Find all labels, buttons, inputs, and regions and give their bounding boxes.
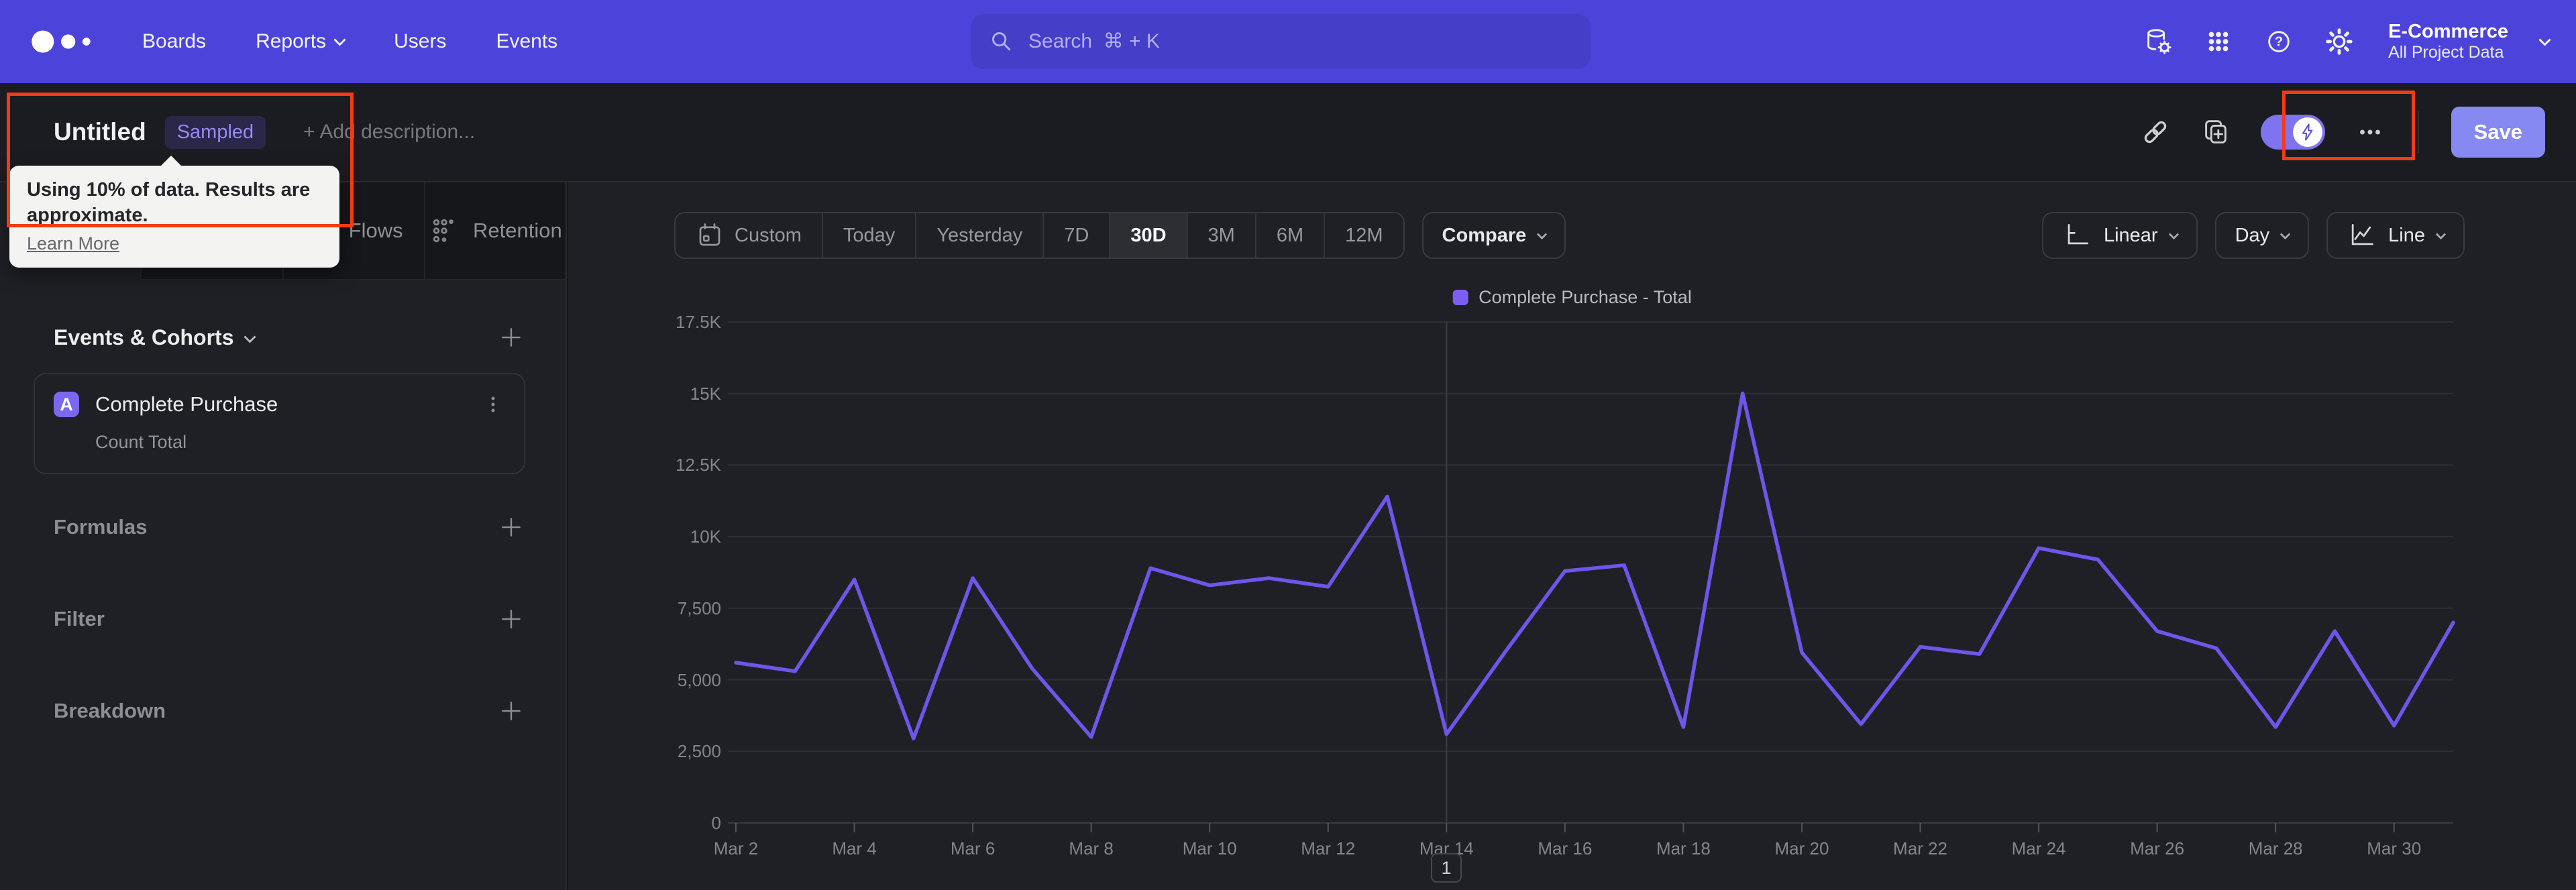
nav-right-cluster: ? E-Commerce All Project Data [2143,0,2551,83]
x-tick-label: Mar 10 [1182,838,1237,858]
y-tick-label: 0 [711,813,721,833]
nav-item-users[interactable]: Users [394,30,446,53]
add-formula-button[interactable] [498,514,524,540]
sampling-tooltip: Using 10% of data. Results are approxima… [9,155,339,268]
event-card[interactable]: A Complete Purchase Count Total [34,373,525,474]
events-cohorts-title[interactable]: Events & Cohorts [54,325,257,350]
section-filter: Filter [0,573,566,665]
svg-text:?: ? [2275,35,2283,50]
x-tick-label: Mar 6 [950,838,996,858]
share-link-icon[interactable] [2140,117,2171,148]
event-letter-badge: A [54,392,79,417]
section-breakdown: Breakdown [0,665,566,757]
add-event-button[interactable] [498,325,524,350]
tab-retention[interactable]: Retention [425,182,566,280]
nav-item-events[interactable]: Events [496,30,557,53]
nav-item-label: Events [496,30,558,52]
project-scope: All Project Data [2388,43,2504,62]
x-tick-label: Mar 18 [1656,838,1711,858]
report-actions: Save [2140,107,2545,158]
x-tick-label: Mar 30 [2367,838,2422,858]
x-tick-label: Mar 4 [832,838,877,858]
chevron-down-icon [2538,33,2551,46]
apps-grid-icon[interactable] [2203,26,2234,57]
tab-label: Flows [348,219,403,242]
search-icon [992,32,1011,51]
retention-icon [433,219,453,243]
x-tick-label: Mar 8 [1069,838,1114,858]
x-tick-label: Mar 22 [1893,838,1947,858]
chevron-down-icon [333,33,346,46]
y-tick-label: 12.5K [676,455,721,476]
mixpanel-insights-page: Boards Reports Users Events ? E-Commerce [0,0,2576,890]
learn-more-link[interactable]: Learn More [27,233,119,254]
y-tick-label: 17.5K [676,312,721,332]
section-label: Formulas [54,514,148,539]
sampled-badge[interactable]: Sampled [164,115,266,149]
divider [2417,111,2419,153]
events-cohorts-header: Events & Cohorts [0,280,566,350]
save-button[interactable]: Save [2451,107,2545,158]
query-sidebar: Insights Funnels Flows Retention [0,182,567,890]
tooltip-message: Using 10% of data. Results are approxima… [27,179,311,226]
nav-item-boards[interactable]: Boards [142,30,206,53]
section-label: Breakdown [54,698,166,722]
more-options-icon[interactable] [2355,117,2385,148]
x-tick-label: Mar 26 [2130,838,2185,858]
sampling-toggle-knob [2292,117,2322,147]
nav-item-reports[interactable]: Reports [256,30,346,53]
report-header: Untitled Sampled + Add description... Sa… [0,83,2576,182]
section-label: Filter [54,606,105,630]
add-description[interactable]: + Add description... [303,121,475,144]
chart-card: Custom Today Yesterday 7D 30D 3M 6M 12M … [568,182,2576,890]
add-to-board-icon[interactable] [2200,117,2231,148]
report-title[interactable]: Untitled [54,118,146,146]
x-tick-label: Mar 2 [713,838,759,858]
y-tick-label: 5,000 [677,669,721,690]
x-tick-label: Mar 12 [1301,838,1356,858]
top-nav: Boards Reports Users Events ? E-Commerce [0,0,2576,83]
x-tick-label: Mar 16 [1538,838,1593,858]
chevron-down-icon [244,330,257,343]
search-input[interactable] [1027,30,1573,54]
project-name: E-Commerce [2388,20,2508,42]
mixpanel-logo-icon[interactable] [30,24,110,59]
nav-item-label: Reports [256,30,327,52]
x-tick-label: Mar 28 [2248,838,2303,858]
nav-items: Boards Reports Users Events [142,30,557,53]
search-bar[interactable] [971,14,1591,69]
event-metric[interactable]: Count Total [95,432,505,453]
y-tick-label: 15K [690,383,721,404]
kebab-menu-icon[interactable] [481,392,505,416]
project-switcher[interactable]: E-Commerce All Project Data [2388,21,2508,62]
pagination-page-1[interactable]: 1 [1431,853,1462,883]
x-tick-label: Mar 20 [1774,838,1829,858]
tab-label: Retention [473,219,562,242]
line-chart-plot[interactable] [568,182,2576,890]
y-tick-label: 2,500 [677,741,721,762]
settings-gear-icon[interactable] [2324,26,2355,57]
events-cohorts-label: Events & Cohorts [54,325,234,349]
event-name[interactable]: Complete Purchase [95,392,278,416]
section-formulas: Formulas [0,481,566,573]
nav-item-label: Boards [142,30,207,52]
query-sections: Formulas Filter Breakdown [0,481,566,757]
y-tick-label: 7,500 [677,598,721,618]
y-tick-label: 10K [690,526,721,547]
help-icon[interactable]: ? [2263,26,2294,57]
add-breakdown-button[interactable] [498,698,524,724]
x-tick-label: Mar 24 [2011,838,2066,858]
add-filter-button[interactable] [498,606,524,632]
nav-item-label: Users [394,30,447,52]
sampling-toggle[interactable] [2260,115,2325,150]
data-management-icon[interactable] [2143,26,2174,57]
lightning-bolt-icon [2302,123,2313,141]
